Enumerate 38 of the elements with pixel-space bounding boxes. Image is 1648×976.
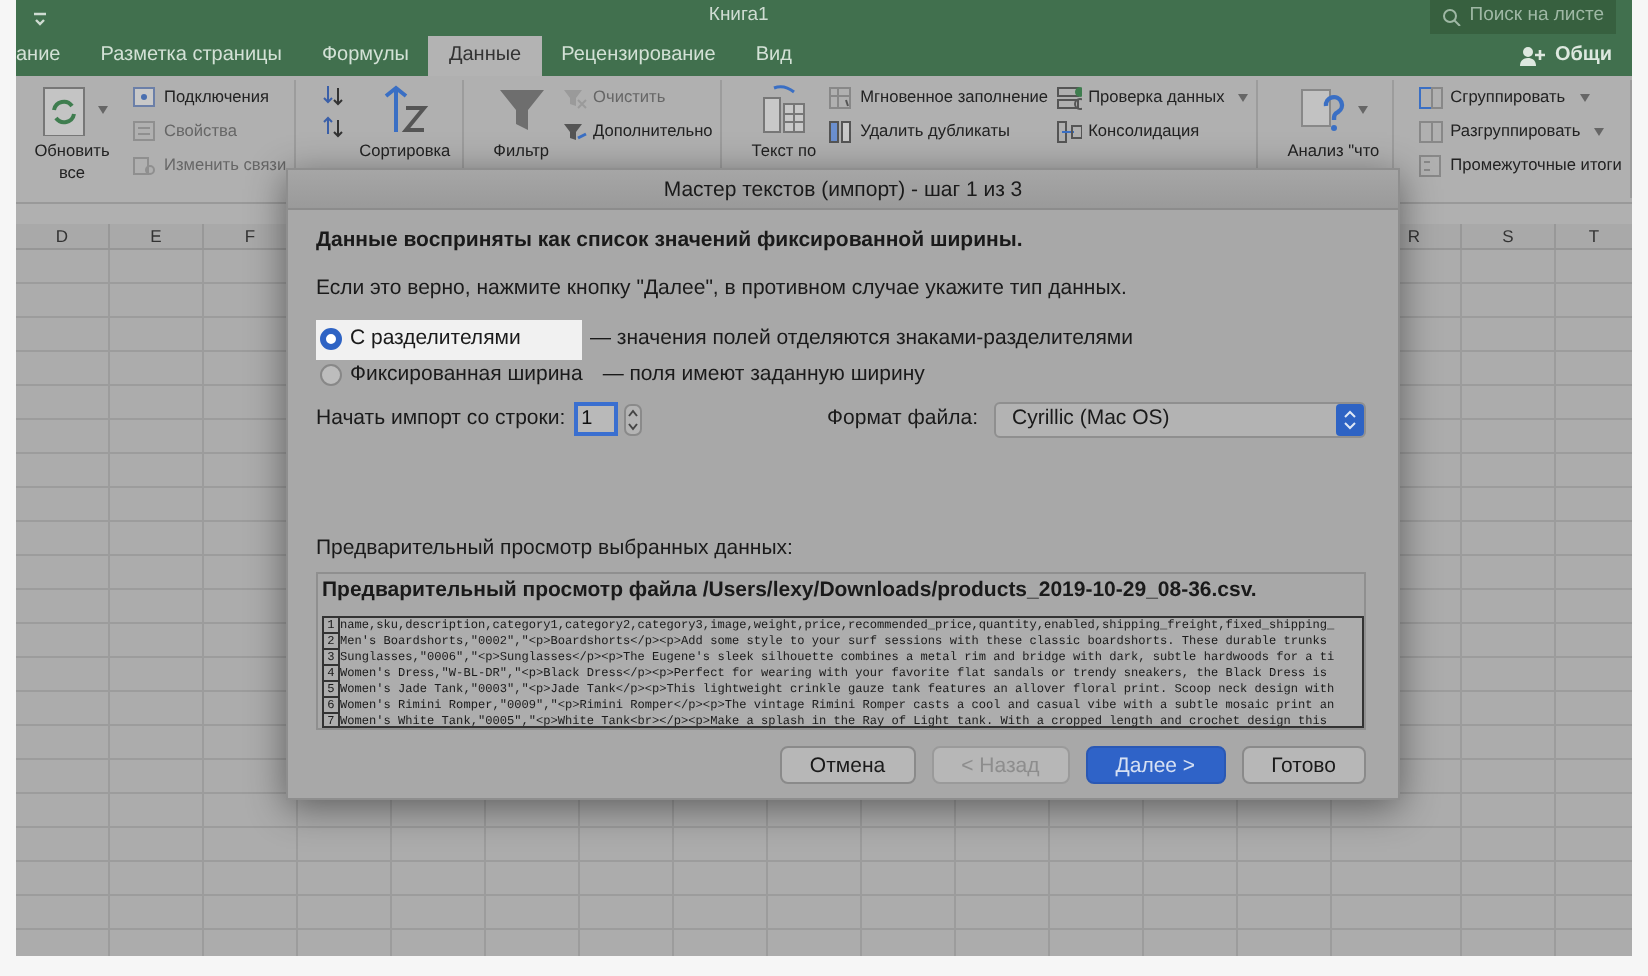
field-label: Формат файла: — [827, 403, 978, 434]
ribbon-button[interactable]: Сгруппировать — [1418, 84, 1622, 110]
dialog-button[interactable]: Отмена — [779, 746, 916, 784]
option-description: — поля имеют заданную ширину — [602, 359, 925, 390]
column-header[interactable]: S — [1462, 224, 1556, 248]
ribbon-button[interactable]: Подключения — [132, 84, 287, 110]
share-button[interactable]: Общи — [1500, 36, 1632, 76]
ribbon-button[interactable]: Разгруппировать — [1418, 118, 1622, 144]
ribbon-tab[interactable]: Данные — [428, 36, 542, 76]
ribbon-tab[interactable]: ание — [16, 36, 81, 76]
ribbon-button[interactable]: Проверка данных — [1056, 84, 1249, 110]
ribbon-tab[interactable]: Формулы — [301, 36, 429, 76]
option-description: — значения полей отделяются знаками-разделителями — [590, 323, 1133, 354]
column-header[interactable]: T — [1556, 224, 1632, 248]
ribbon-tab[interactable]: Рецензирование — [541, 36, 736, 76]
instruction-text: Если это верно, нажмите кнопку "Далее", в противном случае укажите тип данных. — [316, 273, 1129, 304]
ribbon-button[interactable]: Консолидация — [1056, 118, 1249, 144]
ribbon-button[interactable]: Обновить все — [20, 80, 124, 198]
column-header[interactable]: D — [16, 224, 110, 248]
file-format-select[interactable]: Cyrillic (Mac OS) — [994, 401, 1366, 437]
radio-option[interactable]: Фиксированная ширина — [316, 355, 595, 395]
ribbon-button[interactable]: Промежуточные итоги — [1418, 152, 1622, 178]
ribbon-button[interactable]: Дополнительно — [561, 118, 713, 144]
dialog-button[interactable]: Далее > — [1085, 746, 1226, 784]
ribbon-button[interactable]: Мгновенное заполнение — [828, 84, 1049, 110]
start-row-field[interactable]: 1 — [573, 402, 618, 436]
field-label: Начать импорт со строки: — [316, 403, 566, 434]
dialog-button[interactable]: Готово — [1241, 746, 1366, 784]
dialog-title: Мастер текстов (импорт) - шаг 1 из 3 — [288, 170, 1398, 210]
ribbon-tab[interactable]: Разметка страницы — [80, 36, 302, 76]
radio-option[interactable]: С разделителями — [316, 319, 582, 359]
ribbon-tab[interactable]: Вид — [735, 36, 812, 76]
column-header[interactable]: E — [110, 224, 204, 248]
dialog-heading: Данные восприняты как список значений фиксированной ширины. — [316, 226, 1025, 256]
preview-title: Предварительный просмотр файла /Users/lexy/Downloads/products_2019-10-29_08-36.csv. — [320, 576, 1259, 607]
window-title: Книга1 — [706, 2, 771, 31]
ribbon-button[interactable]: Удалить дубликаты — [828, 118, 1049, 144]
preview-label: Предварительный просмотр выбранных данных: — [316, 533, 795, 563]
